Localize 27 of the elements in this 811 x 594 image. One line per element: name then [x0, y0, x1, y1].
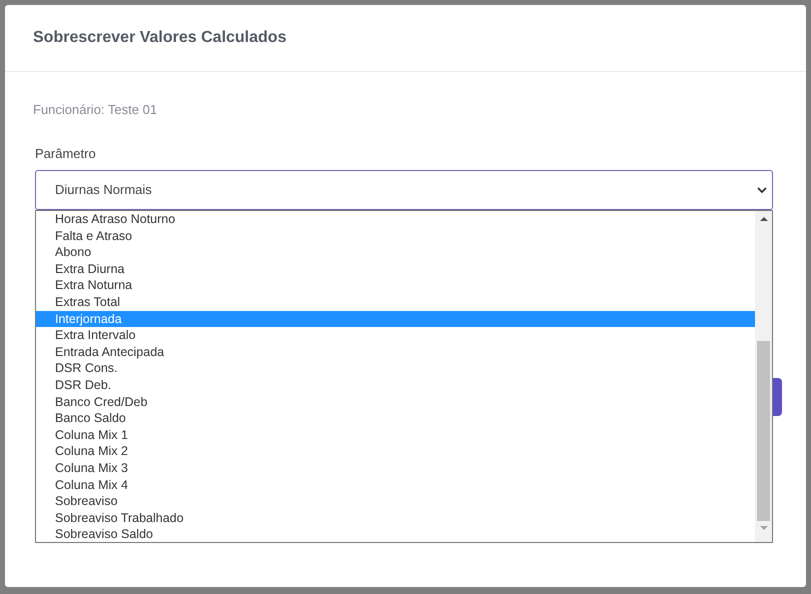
dropdown-option[interactable]: Banco Saldo — [36, 410, 755, 427]
dropdown-option[interactable]: Entrada Antecipada — [36, 344, 755, 360]
scroll-up-icon[interactable] — [760, 216, 768, 222]
dropdown-option[interactable]: Sobreaviso — [36, 493, 755, 510]
dropdown-option[interactable]: Extra Intervalo — [36, 327, 755, 344]
dropdown-option[interactable]: Coluna Mix 3 — [36, 460, 755, 476]
dropdown-option[interactable]: Extra Noturna — [36, 277, 755, 294]
parameter-select[interactable]: Diurnas Normais — [35, 170, 773, 210]
modal-title: Sobrescrever Valores Calculados — [33, 28, 286, 48]
dropdown-option[interactable]: Coluna Mix 1 — [36, 426, 755, 444]
dropdown-option[interactable]: Coluna Mix 2 — [36, 443, 755, 460]
dropdown-option[interactable]: Banco Cred/Deb — [36, 394, 755, 410]
dropdown-option[interactable]: Horas Atraso Noturno — [36, 211, 755, 228]
dropdown-option[interactable]: Extra Diurna — [36, 260, 755, 278]
dropdown-option[interactable]: Extras Total — [36, 294, 755, 311]
dropdown-option[interactable]: DSR Deb. — [36, 376, 755, 394]
dropdown-option[interactable]: Sobreaviso Trabalhado — [36, 510, 755, 526]
scroll-down-icon[interactable] — [760, 525, 768, 531]
dropdown-option[interactable]: Coluna Mix 4 — [36, 476, 755, 494]
dropdown-option[interactable]: Falta e Atraso — [36, 228, 755, 244]
scrollbar[interactable] — [755, 211, 772, 542]
dropdown-option[interactable]: Sobreaviso Saldo — [36, 526, 755, 543]
employee-text: Funcionário: Teste 01 — [33, 101, 158, 119]
scrollbar-thumb[interactable] — [757, 341, 770, 521]
field-label: Parâmetro — [35, 144, 96, 162]
dropdown-option[interactable]: Abono — [36, 244, 755, 261]
dropdown-option[interactable]: DSR Cons. — [36, 360, 755, 377]
